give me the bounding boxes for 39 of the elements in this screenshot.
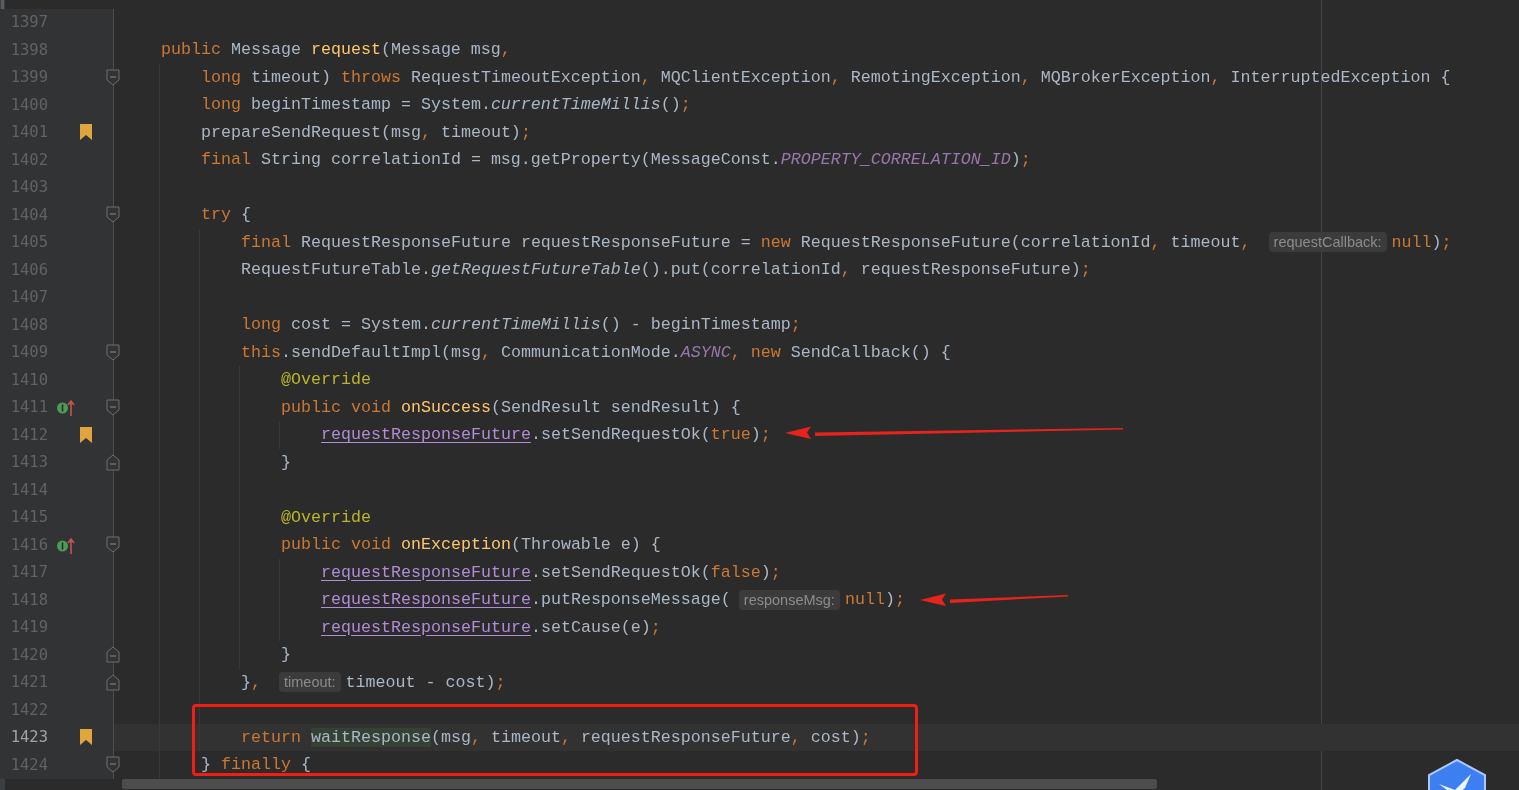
code-line: final String correlationId = msg.getProperty(MessageConst.PROPERTY_CORRELATION_ID); xyxy=(201,150,1031,170)
code-line: long cost = System.currentTimeMillis() - beginTimestamp; xyxy=(241,315,801,335)
code-line: return waitResponse(msg, timeout, requestResponseFuture, cost); xyxy=(241,727,871,747)
fold-icon[interactable] xyxy=(106,398,120,416)
code-line: long timeout) throws RequestTimeoutException, MQClientException, RemotingException, MQBrokerException, InterruptedException { xyxy=(201,67,1451,87)
code-line: this.sendDefaultImpl(msg, CommunicationMode.ASYNC, new SendCallback() { xyxy=(241,342,951,362)
code-line: requestResponseFuture.setCause(e); xyxy=(321,617,661,637)
fold-icon[interactable] xyxy=(106,756,120,774)
override-marker-icon[interactable] xyxy=(56,397,76,418)
bookmark-icon[interactable] xyxy=(80,729,92,746)
fold-icon[interactable] xyxy=(106,206,120,224)
fold-icon[interactable] xyxy=(106,536,120,554)
fold-icon[interactable] xyxy=(106,453,120,471)
fold-icon[interactable] xyxy=(106,343,120,361)
code-line: try { xyxy=(201,205,251,225)
code-line: @Override xyxy=(281,507,371,527)
code-line: requestResponseFuture.setSendRequestOk(false); xyxy=(321,562,781,582)
code-line: final RequestResponseFuture requestResponseFuture = new RequestResponseFuture(correlationId, timeout, requestCallback: null); xyxy=(241,232,1452,253)
code-line: @Override xyxy=(281,370,371,390)
code-line: prepareSendRequest(msg, timeout); xyxy=(201,122,531,142)
code-line: } finally { xyxy=(201,755,311,775)
code-line: public Message request(Message msg, xyxy=(161,40,511,60)
fold-icon[interactable] xyxy=(106,673,120,691)
code-line: requestResponseFuture.setSendRequestOk(true); xyxy=(321,425,771,445)
fold-icon[interactable] xyxy=(106,646,120,664)
code-line: }, timeout: timeout - cost); xyxy=(241,672,506,693)
fold-icon[interactable] xyxy=(106,68,120,86)
bookmark-icon[interactable] xyxy=(80,426,92,443)
code-line: } xyxy=(281,645,291,665)
code-line: public void onException(Throwable e) { xyxy=(281,535,661,555)
scrollbar-thumb[interactable] xyxy=(122,779,1157,789)
code-line: } xyxy=(281,452,291,472)
code-line: RequestFutureTable.getRequestFutureTable().put(correlationId, requestResponseFuture); xyxy=(241,260,1091,280)
code-line: requestResponseFuture.putResponseMessage( responseMsg: null); xyxy=(321,589,905,610)
code-line: public void onSuccess(SendResult sendResult) { xyxy=(281,397,741,417)
bookmark-icon[interactable] xyxy=(80,124,92,141)
line-number: 1423 xyxy=(9,728,48,747)
app-logo-icon[interactable] xyxy=(1425,758,1489,790)
code-line: long beginTimestamp = System.currentTimeMillis(); xyxy=(201,95,691,115)
